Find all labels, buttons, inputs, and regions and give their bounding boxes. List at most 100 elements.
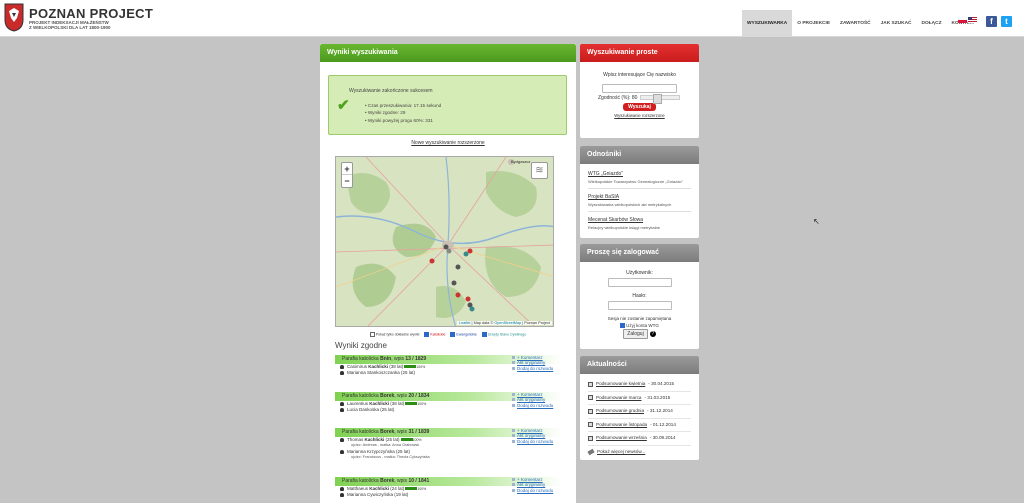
checkbox-icon[interactable] [481,332,487,337]
threshold-count: Wyniki powyżej progu 60%: 331 [365,117,441,124]
map-marker[interactable] [469,306,475,312]
english-flag-icon[interactable] [968,17,977,23]
map-marker[interactable] [455,292,461,298]
checkbox-icon[interactable] [620,323,626,329]
map-marker[interactable] [446,248,452,254]
filter-exact-only[interactable]: Pokaż tylko dokładne wyniki [369,332,420,337]
twitter-icon[interactable]: t [1001,16,1012,27]
nav-join[interactable]: DOŁĄCZ [917,10,947,37]
filter-civil[interactable]: Urzędy Stanu Cywilnego [481,332,527,337]
news-title[interactable]: Podsumowanie listopada [596,419,647,432]
filter-evangelic[interactable]: Ewangelickie [450,332,477,337]
brand[interactable]: POZNAN PROJECT PROJEKT INDEKSACJI MAŁŻEŃ… [29,7,153,30]
language-flags [958,17,977,23]
map-marker[interactable] [455,264,461,270]
new-advanced-search-link[interactable]: Nowe wyszukiwanie rozszerzone [320,140,576,146]
nav-content[interactable]: ZAWARTOŚĆ [835,10,876,37]
news-item[interactable]: Podsumowanie września - 30.09.2014 [588,432,691,446]
person-age: (25 lat) [384,437,400,442]
map-marker[interactable] [429,258,435,264]
entry-actions: + Komentarz Akt oryginalny Dodaj do rozwod… [512,392,553,408]
news-item[interactable]: Podsumowanie listopada - 01.12.2014 [588,419,691,432]
checkbox-icon[interactable] [369,332,375,337]
link-desc: Wielkopolskie Towarzystwo Genealogiczne … [588,179,683,184]
add-to-tree-link[interactable]: Dodaj do rozwodu [512,366,553,371]
link-title[interactable]: Projekt BaSIA [588,194,691,200]
wtg-label: Użyj konta WTG [626,323,659,328]
map-marker[interactable] [443,244,449,250]
news-date: - 30.04.2015 [648,381,675,386]
news-item[interactable]: Podsumowanie kwietnia - 30.04.2015 [588,378,691,392]
news-title[interactable]: Podsumowanie grudnia [596,405,644,418]
news-title[interactable]: Podsumowanie marca [596,392,641,405]
checkbox-icon[interactable] [450,332,456,337]
search-time: Czas przeszukiwania: 17.15 sekund [365,102,441,109]
news-item[interactable]: Podsumowanie grudnia - 31.12.2014 [588,405,691,419]
match-bar [405,487,418,491]
surname-input[interactable] [602,84,677,93]
link-title[interactable]: Mecenat Skarbów Słowa [588,217,691,223]
record-prefix: , wpis [394,478,409,484]
simple-search-panel: Wyszukiwanie proste Wpisz interesujące C… [580,44,699,138]
login-button[interactable]: Zaloguj [623,329,648,340]
news-title[interactable]: Podsumowanie września [596,432,647,445]
parish-name: Borek [380,393,395,399]
password-input[interactable] [607,301,672,310]
link-item[interactable]: WTG „Gniazdo” Wielkopolskie Towarzystwo … [588,166,691,189]
more-news[interactable]: Pokaż więcej newsów... [587,446,691,459]
map-marker[interactable] [465,296,471,302]
person-firstname: Lucia Dankoska [347,407,380,413]
links-body: WTG „Gniazdo” Wielkopolskie Towarzystwo … [580,164,699,240]
link-item[interactable]: Projekt BaSIA Wyszukiwarka wielkopolskic… [588,189,691,212]
help-icon[interactable]: ? [649,331,656,338]
filter-exact-label: Pokaż tylko dokładne wyniki [375,332,420,337]
result-entry: Parafia katolicka Borek, wpis 10 / 1841 M… [335,477,562,499]
advanced-search-link[interactable]: Wyszukiwanie rozszerzone [588,113,691,118]
parish-prefix: Parafia katolicka [342,356,381,362]
wtg-option[interactable]: Użyj konta WTG [588,323,691,329]
nav-contact[interactable]: KONTAKT [947,10,980,37]
map-marker[interactable] [463,251,469,257]
person-surname: Kachlicki [364,437,385,442]
filter-civil-label: Urzędy Stanu Cywilnego [487,332,527,337]
mouse-cursor-icon: ↖ [813,217,820,226]
results-map[interactable]: Bydgoszcz + − ≋ Leaflet | Map data © Ope… [335,156,554,327]
osm-link[interactable]: OpenStreetMap [494,321,521,325]
add-to-tree-link[interactable]: Dodaj do rozwodu [512,439,553,444]
password-label: Hasło: [632,293,647,299]
facebook-icon[interactable]: f [986,16,997,27]
link-item[interactable]: Mecenat Skarbów Słowa Relacjny wielkopol… [588,212,691,234]
results-title: Wyniki zgodne [335,341,387,350]
coat-of-arms-logo[interactable] [4,3,24,32]
filter-catholic-label: Katolickie [430,332,446,337]
map-marker[interactable] [467,248,473,254]
map-legend: Pokaż tylko dokładne wyniki Katolickie E… [320,332,576,337]
add-to-tree-link[interactable]: Dodaj do rozwodu [512,488,553,493]
add-to-tree-link[interactable]: Dodaj do rozwodu [512,403,553,408]
leaflet-link[interactable]: Leaflet [459,321,470,325]
login-actions: Zaloguj? [588,329,691,340]
parish-name: Borek [380,478,395,484]
polish-flag-icon[interactable] [958,17,967,23]
nav-how-to-search[interactable]: JAK SZUKAĆ [876,10,917,37]
result-entry: Parafia katolicka Borek, wpis 20 / 1834 L… [335,392,562,414]
news-item[interactable]: Podsumowanie marca - 31.03.2015 [588,392,691,405]
similarity-slider[interactable] [640,94,681,105]
link-title[interactable]: WTG „Gniazdo” [588,171,691,177]
person-age: (25 lat) [379,407,395,413]
more-news-link[interactable]: Pokaż więcej newsów... [597,446,645,459]
nav-about[interactable]: O PROJEKCIE [792,10,835,37]
map-zoom-control: + − [341,162,353,188]
search-button[interactable]: Wyszukaj [623,103,656,111]
news-title[interactable]: Podsumowanie kwietnia [596,378,645,391]
map-marker[interactable] [451,280,457,286]
zoom-out-button[interactable]: − [342,175,352,187]
results-header: Wyniki wyszukiwania [320,44,576,62]
checkbox-icon[interactable] [424,332,430,337]
zoom-in-button[interactable]: + [342,163,352,175]
layers-icon[interactable]: ≋ [531,162,548,179]
filter-catholic[interactable]: Katolickie [424,332,445,337]
username-input[interactable] [607,278,672,287]
nav-search[interactable]: WYSZUKIWARKA [742,10,793,37]
main-nav: WYSZUKIWARKA O PROJEKCIE ZAWARTOŚĆ JAK S… [742,10,980,37]
